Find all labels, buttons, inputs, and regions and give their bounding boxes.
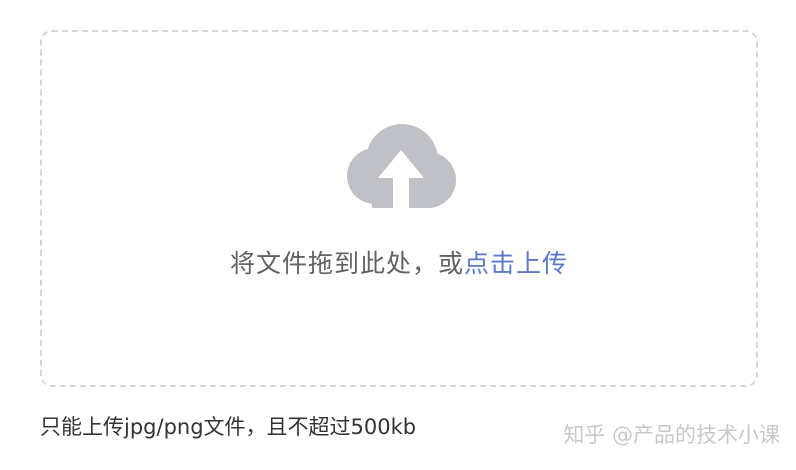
upload-dropzone[interactable]: 将文件拖到此处，或点击上传	[40, 30, 758, 387]
cloud-upload-icon	[347, 124, 456, 212]
drop-text: 将文件拖到此处，或	[229, 249, 464, 278]
click-upload-link[interactable]: 点击上传	[464, 249, 568, 278]
upload-page: 将文件拖到此处，或点击上传 只能上传jpg/png文件，且不超过500kb 知乎…	[0, 0, 796, 470]
upload-tip: 只能上传jpg/png文件，且不超过500kb	[40, 415, 417, 439]
drop-instructions: 将文件拖到此处，或点击上传	[42, 247, 756, 281]
watermark: 知乎 @产品的技术小课	[563, 423, 780, 447]
